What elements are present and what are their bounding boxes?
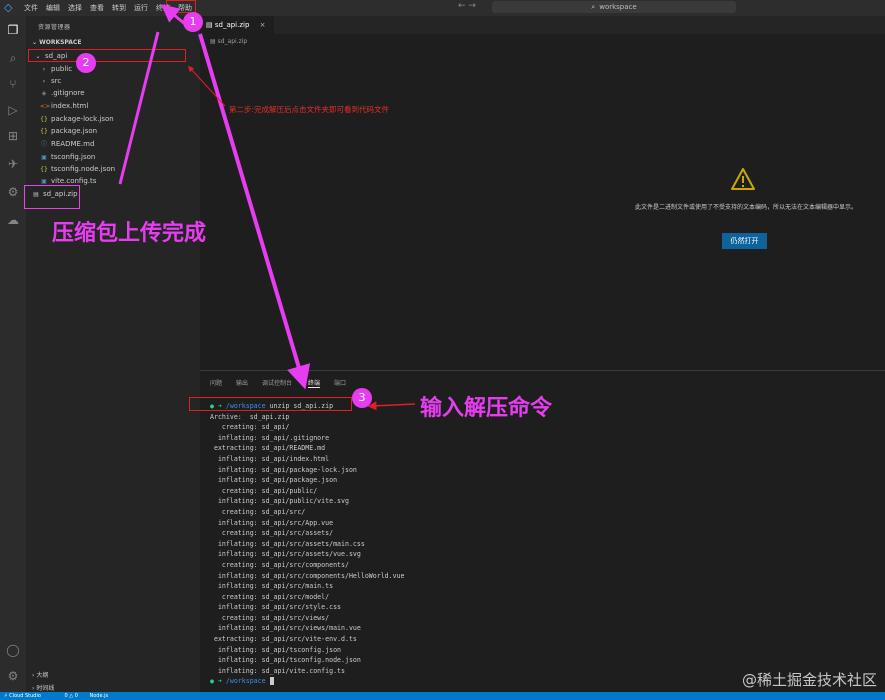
step2-note: 第二步:完成解压后点击文件夹即可看到代码文件: [229, 105, 390, 114]
step-1-marker: 1: [183, 12, 203, 32]
arrow-to-folder: [187, 65, 226, 107]
step-2-marker: 2: [76, 53, 96, 73]
arrow-to-command: [367, 401, 416, 411]
watermark: @稀土掘金技术社区: [741, 671, 877, 689]
annotation-arrows: [118, 4, 416, 411]
unzip-command-label: 输入解压命令: [420, 396, 553, 421]
step-3-marker: 3: [352, 388, 372, 408]
arrow-to-terminal: [198, 33, 311, 390]
arrow-to-zip: [118, 31, 160, 185]
upload-done-label: 压缩包上传完成: [52, 221, 207, 246]
